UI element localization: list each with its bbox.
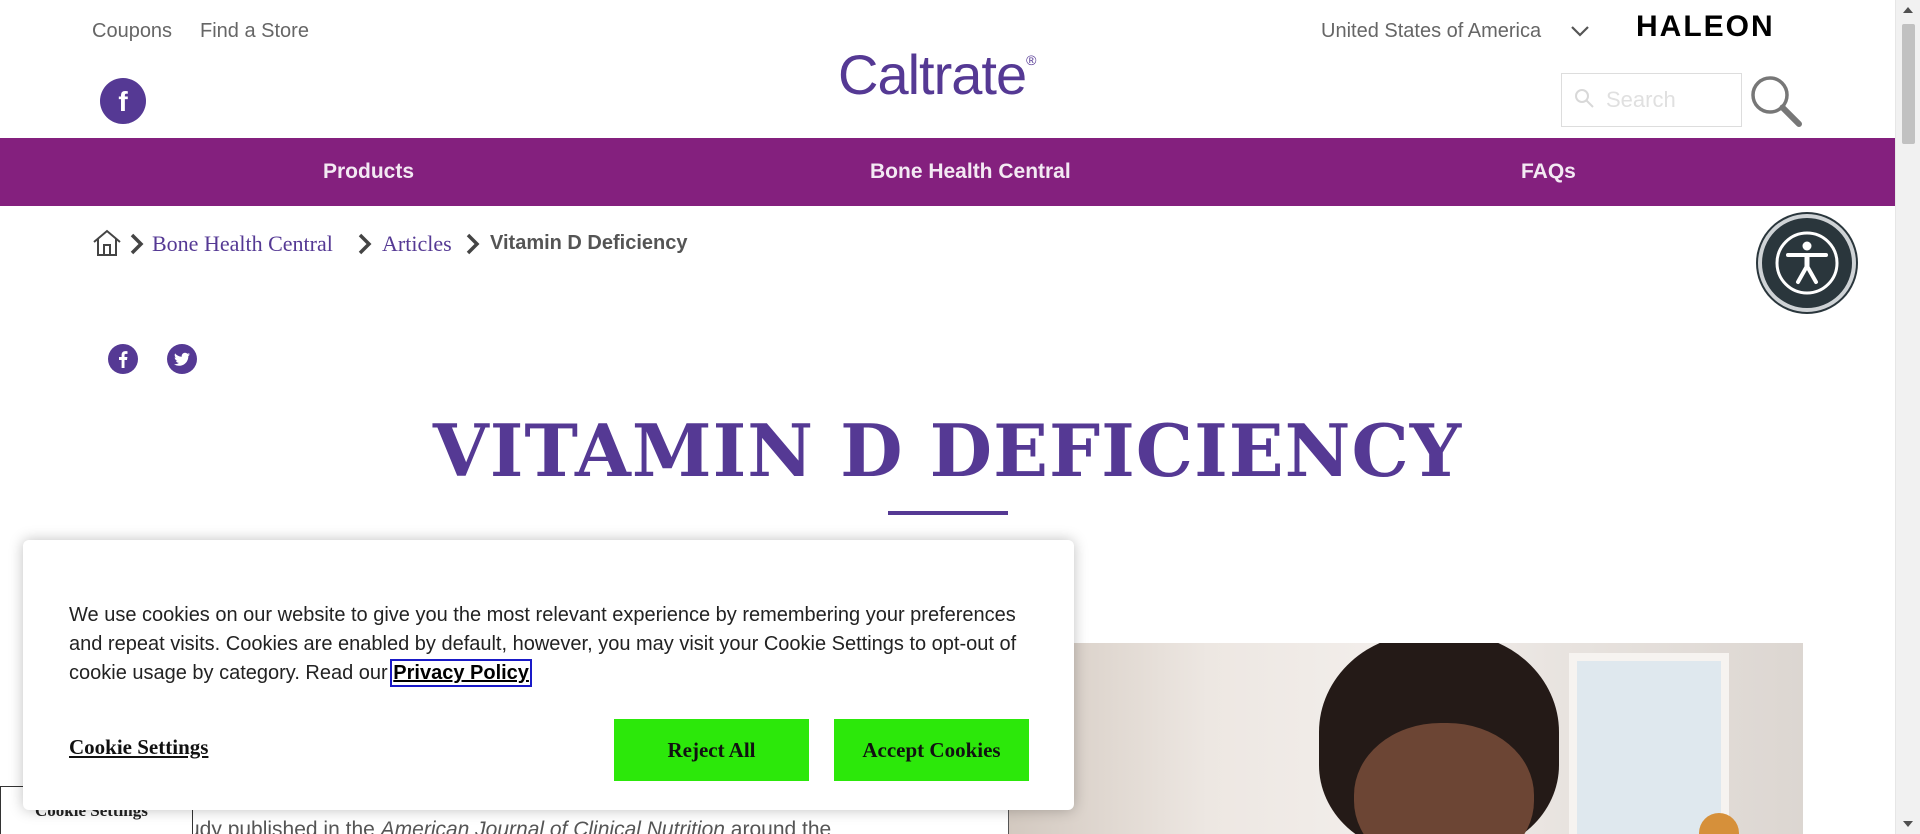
haleon-logo[interactable]: HALEON	[1636, 10, 1775, 44]
page-title: VITAMIN D DEFICIENCY	[432, 408, 1463, 493]
page: Coupons Find a Store United States of Am…	[0, 0, 1895, 834]
nav-item-faqs[interactable]: FAQs	[1521, 160, 1576, 184]
accessibility-button[interactable]	[1758, 214, 1856, 312]
search-button-icon[interactable]	[1746, 72, 1804, 130]
cookie-settings-link[interactable]: Cookie Settings	[69, 735, 208, 760]
find-a-store-link[interactable]: Find a Store	[200, 20, 309, 43]
privacy-policy-link[interactable]: Privacy Policy	[390, 659, 532, 687]
window-shape	[1569, 653, 1729, 834]
reject-all-button[interactable]: Reject All	[614, 719, 809, 781]
search-icon	[1575, 89, 1594, 108]
cookie-text: We use cookies on our website to give yo…	[69, 604, 1017, 684]
share-facebook[interactable]	[108, 344, 138, 374]
intro-suffix: around the	[724, 818, 832, 834]
breadcrumb-bone-health-central[interactable]: Bone Health Central	[152, 231, 333, 257]
accept-cookies-button[interactable]: Accept Cookies	[834, 719, 1029, 781]
chevron-right-icon	[358, 233, 372, 255]
nav-item-bone-health-central[interactable]: Bone Health Central	[870, 160, 1071, 184]
intro-journal: American Journal of Clinical Nutrition	[380, 818, 725, 834]
facebook-icon	[119, 351, 128, 368]
accessibility-icon	[1775, 231, 1839, 295]
search-field[interactable]	[1561, 73, 1742, 127]
scroll-down-arrow-icon[interactable]	[1903, 821, 1913, 827]
scrollbar-thumb[interactable]	[1902, 24, 1915, 144]
breadcrumb-articles[interactable]: Articles	[382, 231, 452, 257]
facebook-icon[interactable]: f	[100, 78, 146, 124]
main-nav: Products Bone Health Central FAQs	[0, 138, 1895, 206]
intro-prefix: udy published in the	[188, 818, 381, 834]
article-intro: udy published in the American Journal of…	[188, 818, 831, 834]
chevron-right-icon	[466, 233, 480, 255]
share-twitter[interactable]	[167, 344, 197, 374]
cookie-message: We use cookies on our website to give yo…	[69, 601, 1029, 688]
country-selector[interactable]: United States of America	[1321, 20, 1541, 43]
page-scrollbar[interactable]	[1895, 0, 1920, 834]
breadcrumb-current: Vitamin D Deficiency	[490, 232, 688, 254]
chevron-right-icon	[130, 233, 144, 255]
home-icon[interactable]	[92, 228, 122, 258]
scroll-up-arrow-icon[interactable]	[1903, 7, 1913, 13]
coupons-link[interactable]: Coupons	[92, 20, 172, 43]
chevron-down-icon[interactable]	[1570, 24, 1590, 38]
hero-image	[1008, 643, 1803, 834]
registered-mark: ®	[1026, 52, 1036, 68]
search-input[interactable]	[1606, 84, 1736, 116]
caltrate-logo[interactable]: Caltrate®	[838, 42, 1036, 107]
title-divider	[888, 511, 1008, 515]
logo-text: Caltrate	[838, 43, 1027, 106]
twitter-icon	[174, 352, 190, 366]
cookie-banner: We use cookies on our website to give yo…	[23, 540, 1074, 810]
nav-item-products[interactable]: Products	[323, 160, 414, 184]
